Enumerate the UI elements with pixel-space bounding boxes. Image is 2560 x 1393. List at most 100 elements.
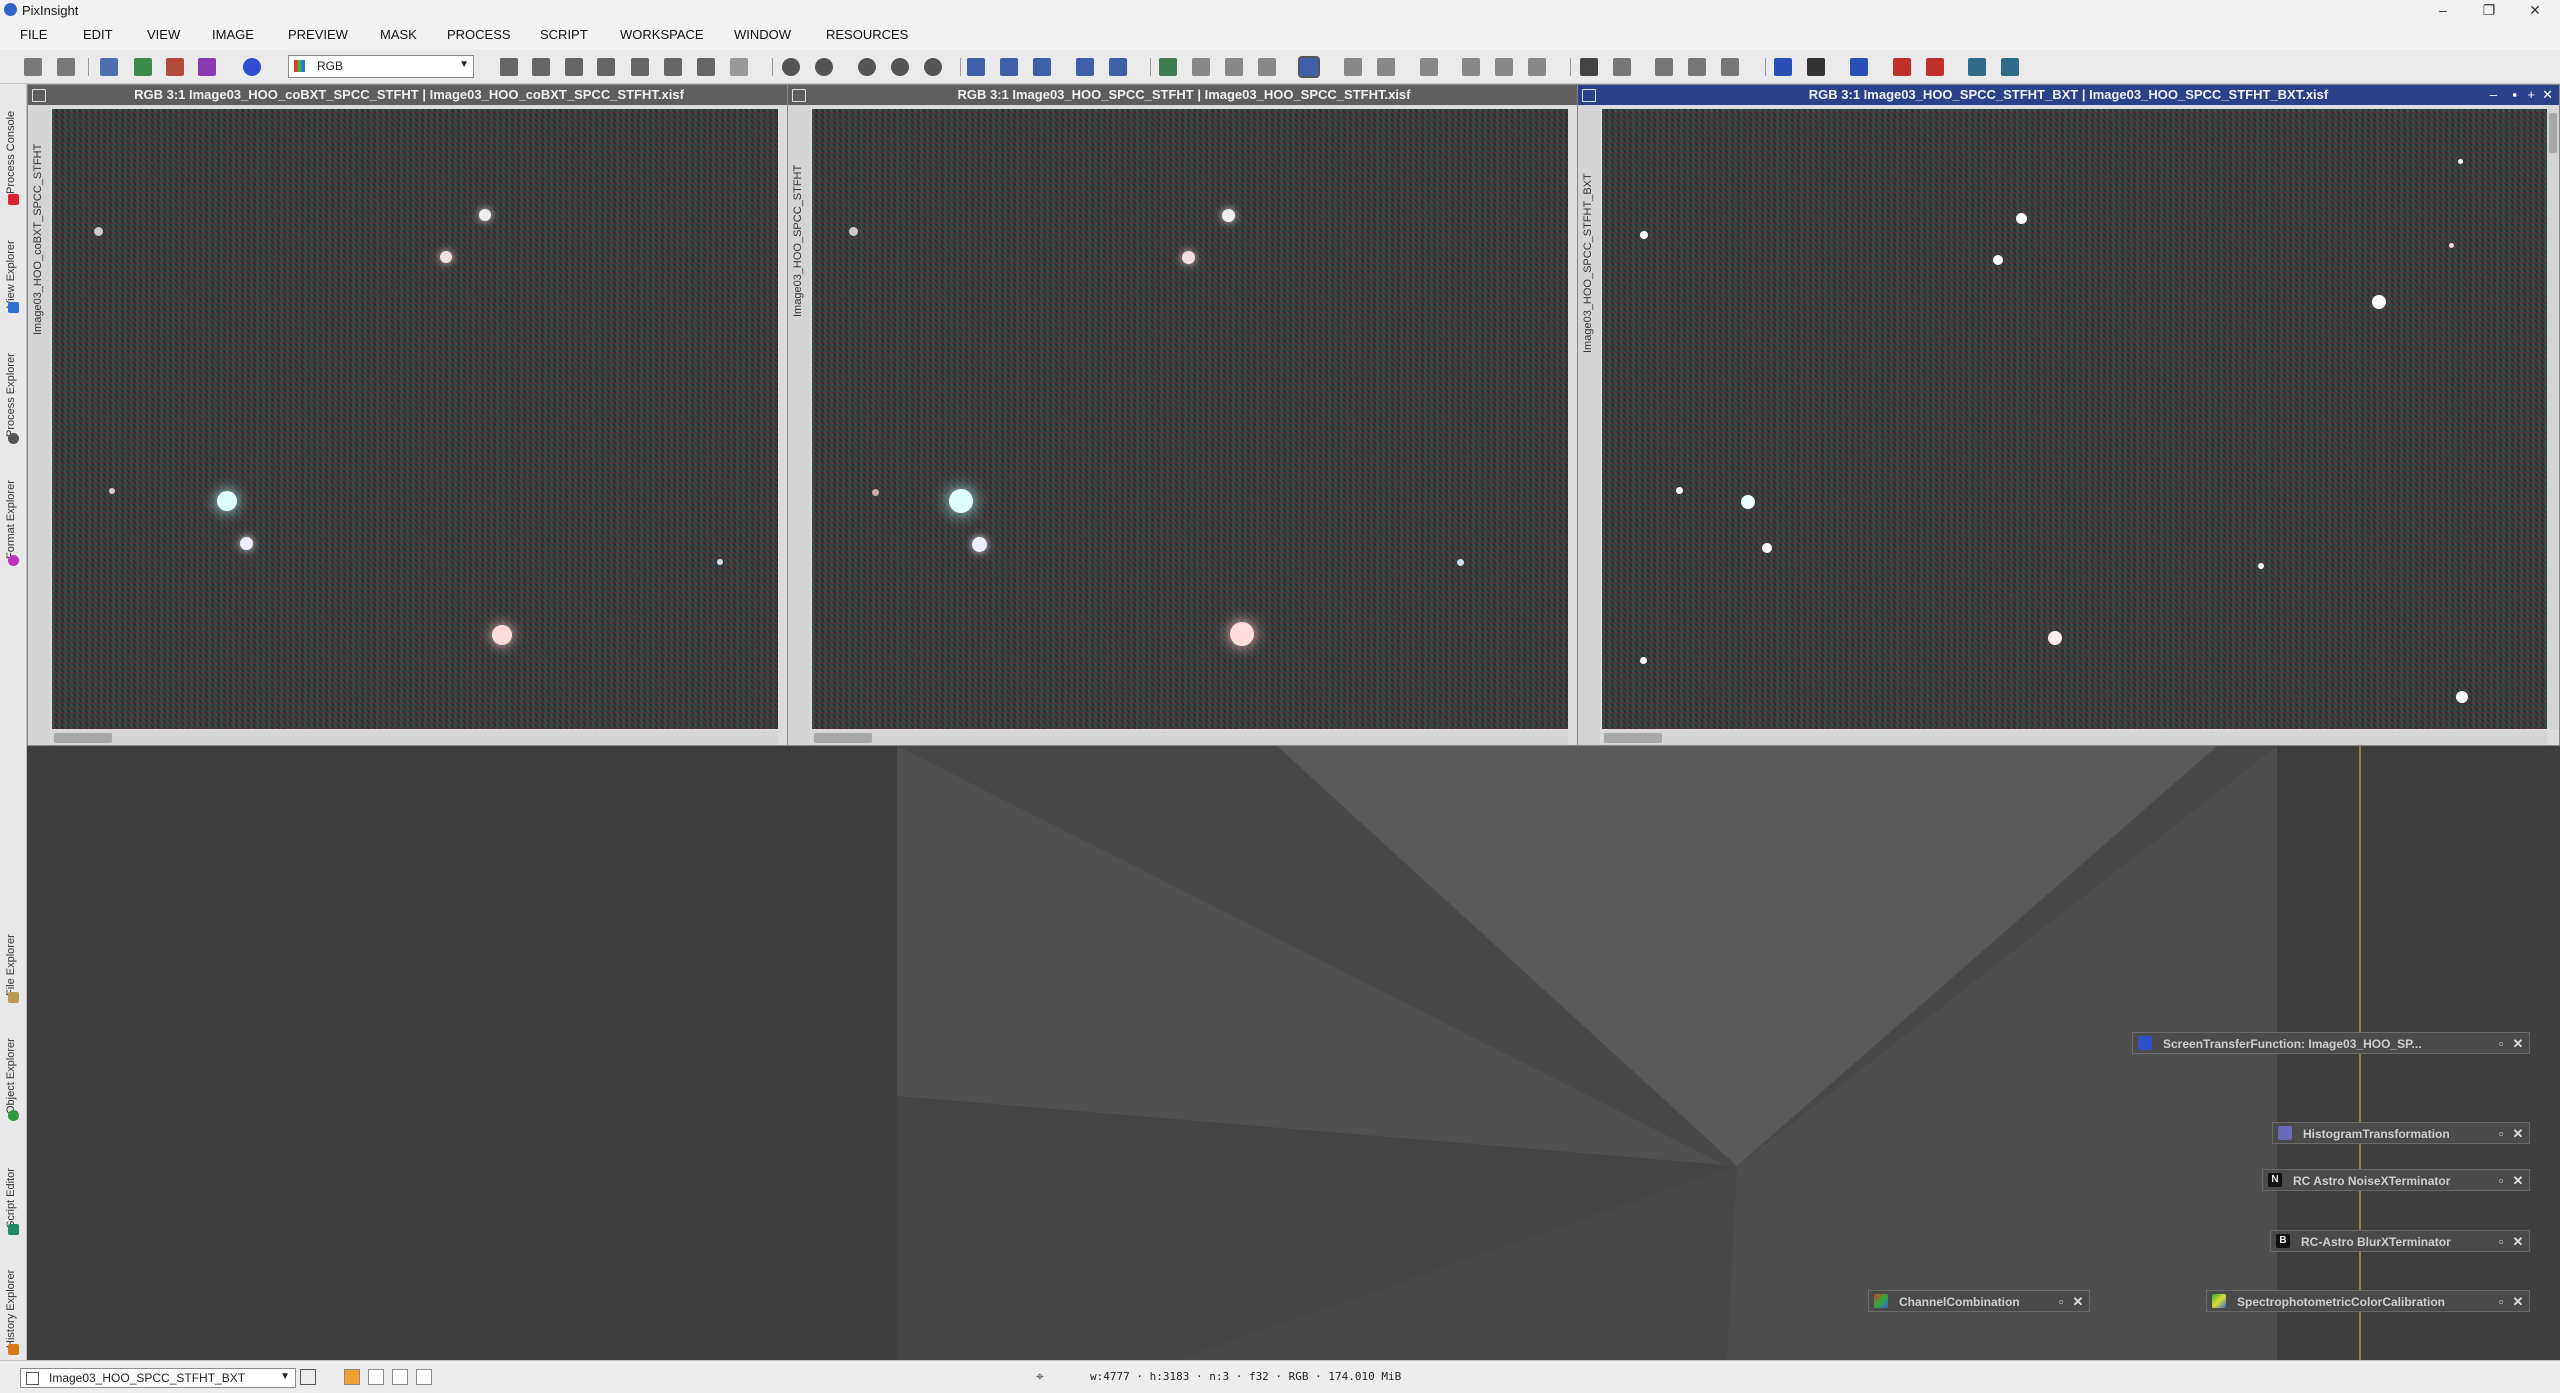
process-icon-screentransferfunction[interactable]: ScreenTransferFunction: Image03_HOO_SP..…: [2132, 1032, 2530, 1054]
window-tile-icon[interactable]: [1076, 58, 1094, 76]
mask-toggle-icon[interactable]: [1298, 56, 1320, 78]
channel-select[interactable]: RGB ▼: [288, 55, 474, 78]
menu-file[interactable]: FILE: [20, 27, 47, 42]
window-close-icon[interactable]: ✕: [2542, 85, 2553, 105]
image-window-1[interactable]: RGB 3:1 Image03_HOO_coBXT_SPCC_STFHT | I…: [27, 84, 791, 746]
global-preferences-icon[interactable]: [2001, 58, 2019, 76]
stf-24bit-icon[interactable]: [1926, 58, 1944, 76]
image-window-2-hscroll[interactable]: [812, 731, 1568, 745]
process-icon-shade-icon[interactable]: ▫: [2053, 1291, 2069, 1313]
zoom-out-icon[interactable]: [815, 58, 833, 76]
preview-icon[interactable]: [967, 58, 985, 76]
image-window-2-canvas[interactable]: [812, 109, 1568, 729]
view-toggle-icon[interactable]: [300, 1369, 316, 1385]
process-icon-blurxterminator[interactable]: B RC-Astro BlurXTerminator ▫ ✕: [2270, 1230, 2530, 1252]
process-icon-shade-icon[interactable]: ▫: [2493, 1123, 2509, 1145]
tab-process-explorer[interactable]: Process Explorer: [3, 329, 23, 447]
window-menu-icon[interactable]: [792, 89, 806, 102]
tool-2-icon[interactable]: [1377, 58, 1395, 76]
image-window-3-vscroll[interactable]: [2547, 109, 2559, 729]
process-icon-shade-icon[interactable]: ▫: [2493, 1231, 2509, 1253]
preview-2-icon[interactable]: [1000, 58, 1018, 76]
menu-view[interactable]: VIEW: [147, 27, 180, 42]
save-icon[interactable]: [166, 58, 184, 76]
mask-3-icon[interactable]: [1225, 58, 1243, 76]
redo-icon[interactable]: [57, 58, 75, 76]
tab-script-editor[interactable]: Script Editor: [3, 1136, 23, 1236]
zoom-icon[interactable]: [858, 58, 876, 76]
tool-3-icon[interactable]: [1420, 58, 1438, 76]
image-window-1-title[interactable]: RGB 3:1 Image03_HOO_coBXT_SPCC_STFHT | I…: [28, 85, 790, 105]
process-icon-close-icon[interactable]: ✕: [2510, 1123, 2526, 1145]
window-menu-icon[interactable]: [32, 89, 46, 102]
color-swatch-white-2[interactable]: [392, 1369, 408, 1385]
window-cascade-icon[interactable]: [1109, 58, 1127, 76]
menu-mask[interactable]: MASK: [380, 27, 417, 42]
tab-view-explorer[interactable]: View Explorer: [3, 214, 23, 314]
zoom-in-icon[interactable]: [782, 58, 800, 76]
mask-4-icon[interactable]: [1258, 58, 1276, 76]
menu-process[interactable]: PROCESS: [447, 27, 511, 42]
process-icon-close-icon[interactable]: ✕: [2510, 1033, 2526, 1055]
zoom-2-icon[interactable]: [891, 58, 909, 76]
image-window-3-hscroll[interactable]: [1602, 731, 2547, 745]
preferences-icon[interactable]: [1968, 58, 1986, 76]
zoom-fit-window-icon[interactable]: [597, 58, 615, 76]
preview-3-icon[interactable]: [1033, 58, 1051, 76]
process-icon-close-icon[interactable]: ✕: [2510, 1291, 2526, 1313]
image-window-3-title[interactable]: RGB 3:1 Image03_HOO_SPCC_STFHT_BXT | Ima…: [1578, 85, 2559, 105]
stf-auto-icon[interactable]: [1774, 58, 1792, 76]
window-shade-icon[interactable]: ▪: [2512, 85, 2517, 105]
window-menu-icon[interactable]: [1582, 89, 1596, 102]
process-icon-channelcombination[interactable]: ChannelCombination ▫ ✕: [1868, 1290, 2090, 1312]
minimize-icon[interactable]: –: [2420, 0, 2466, 20]
menu-window[interactable]: WINDOW: [734, 27, 791, 42]
close-image-icon[interactable]: [198, 58, 216, 76]
readout-mode-icon[interactable]: [500, 58, 518, 76]
stf-link-icon[interactable]: [1807, 58, 1825, 76]
image-window-3[interactable]: RGB 3:1 Image03_HOO_SPCC_STFHT_BXT | Ima…: [1577, 84, 2560, 746]
window-maximize-icon[interactable]: +: [2527, 85, 2535, 105]
mask-icon[interactable]: [1159, 58, 1177, 76]
view-selector[interactable]: Image03_HOO_SPCC_STFHT_BXT ▼: [20, 1368, 296, 1388]
tab-process-console[interactable]: Process Console: [3, 90, 23, 205]
explorer-2-icon[interactable]: [1613, 58, 1631, 76]
tab-file-explorer[interactable]: File Explorer: [3, 904, 23, 1004]
stf-disable-icon[interactable]: [1893, 58, 1911, 76]
image-window-2-title[interactable]: RGB 3:1 Image03_HOO_SPCC_STFHT | Image03…: [788, 85, 1580, 105]
close-icon[interactable]: ✕: [2512, 0, 2558, 20]
menu-image[interactable]: IMAGE: [212, 27, 254, 42]
explorer-4-icon[interactable]: [1688, 58, 1706, 76]
window-minimize-icon[interactable]: –: [2490, 85, 2497, 105]
process-icon-close-icon[interactable]: ✕: [2510, 1170, 2526, 1192]
pan-mode-icon[interactable]: [631, 58, 649, 76]
zoom-3-icon[interactable]: [924, 58, 942, 76]
image-window-1-canvas[interactable]: [52, 109, 778, 729]
tab-format-explorer[interactable]: Format Explorer: [3, 459, 23, 569]
explorer-1-icon[interactable]: [1580, 58, 1598, 76]
zoom-fit-icon[interactable]: [532, 58, 550, 76]
menu-edit[interactable]: EDIT: [83, 27, 113, 42]
open-icon[interactable]: [134, 58, 152, 76]
image-window-3-canvas[interactable]: [1602, 109, 2547, 729]
fit-view-icon[interactable]: [697, 58, 715, 76]
maximize-icon[interactable]: ❐: [2466, 0, 2512, 20]
center-view-icon[interactable]: [664, 58, 682, 76]
tool-5-icon[interactable]: [1495, 58, 1513, 76]
menu-preview[interactable]: PREVIEW: [288, 27, 348, 42]
menu-workspace[interactable]: WORKSPACE: [620, 27, 704, 42]
tool-6-icon[interactable]: [1528, 58, 1546, 76]
explorer-5-icon[interactable]: [1721, 58, 1739, 76]
tool-4-icon[interactable]: [1462, 58, 1480, 76]
process-icon-close-icon[interactable]: ✕: [2510, 1231, 2526, 1253]
process-icon-shade-icon[interactable]: ▫: [2493, 1033, 2509, 1055]
menu-script[interactable]: SCRIPT: [540, 27, 588, 42]
process-icon-histogramtransformation[interactable]: HistogramTransformation ▫ ✕: [2272, 1122, 2530, 1144]
image-window-1-hscroll[interactable]: [52, 731, 778, 745]
tab-history-explorer[interactable]: History Explorer: [3, 1244, 23, 1356]
image-window-2[interactable]: RGB 3:1 Image03_HOO_SPCC_STFHT | Image03…: [787, 84, 1581, 746]
color-space-icon[interactable]: [243, 58, 261, 76]
mask-2-icon[interactable]: [1192, 58, 1210, 76]
explorer-3-icon[interactable]: [1655, 58, 1673, 76]
process-icon-spcc[interactable]: SpectrophotometricColorCalibration ▫ ✕: [2206, 1290, 2530, 1312]
